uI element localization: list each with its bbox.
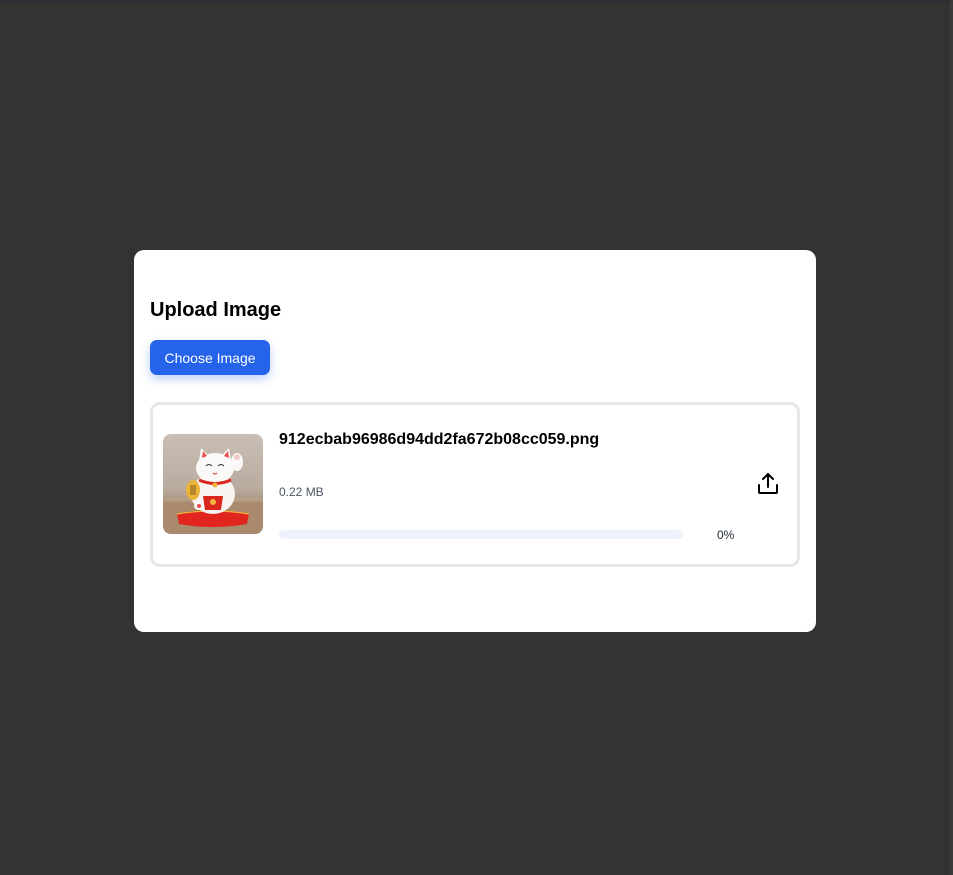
file-card: 912ecbab96986d94dd2fa672b08cc059.png 0.2…: [150, 402, 800, 567]
upload-icon: [758, 473, 778, 494]
choose-image-button[interactable]: Choose Image: [150, 340, 270, 375]
lucky-cat-image: [163, 448, 263, 534]
window-top-border: [0, 0, 953, 3]
upload-modal: Upload Image Choose Image 912ecbab96986d…: [134, 250, 816, 632]
upload-progress-text: 0%: [717, 528, 735, 542]
upload-progress-bar: [279, 530, 683, 539]
file-name: 912ecbab96986d94dd2fa672b08cc059.png: [279, 431, 600, 448]
image-thumbnail: [163, 434, 263, 534]
modal-title: Upload Image: [150, 299, 282, 321]
file-size: 0.22 MB: [279, 485, 324, 499]
upload-button[interactable]: [755, 471, 781, 497]
